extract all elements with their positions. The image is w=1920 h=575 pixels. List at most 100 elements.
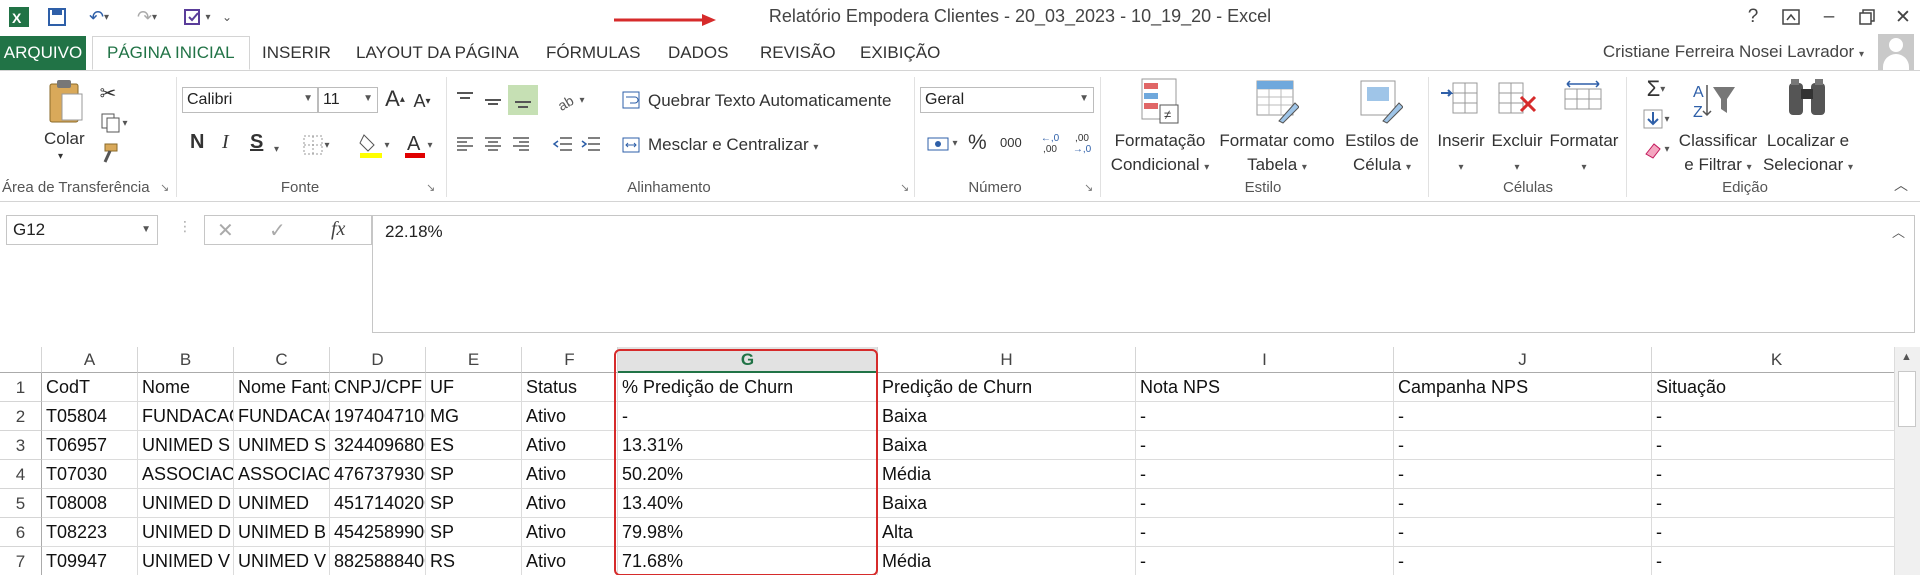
cell-f7[interactable]: Ativo bbox=[522, 547, 618, 575]
enter-icon[interactable]: ✓ bbox=[269, 218, 286, 243]
cell-e6[interactable]: SP bbox=[426, 518, 522, 547]
merge-center-button[interactable]: Mesclar e Centralizar ▾ bbox=[648, 135, 818, 155]
cell-e1[interactable]: UF bbox=[426, 373, 522, 402]
decrease-font-size-icon[interactable]: A ▾ bbox=[410, 87, 434, 115]
insert-cells-button[interactable]: Inserir ▾ bbox=[1436, 129, 1486, 180]
decrease-indent-icon[interactable] bbox=[550, 131, 576, 157]
cell-e7[interactable]: RS bbox=[426, 547, 522, 575]
bold-button[interactable]: N bbox=[190, 131, 204, 154]
cell-a7[interactable]: T09947 bbox=[42, 547, 138, 575]
cell-k4[interactable]: - bbox=[1652, 460, 1902, 489]
cell-k1[interactable]: Situação bbox=[1652, 373, 1902, 402]
wrap-text-button[interactable]: Quebrar Texto Automaticamente bbox=[648, 91, 892, 111]
tab-exibicao[interactable]: EXIBIÇÃO bbox=[856, 36, 944, 70]
format-cells-button[interactable]: Formatar ▾ bbox=[1548, 129, 1620, 180]
scrollbar-thumb[interactable] bbox=[1898, 371, 1916, 427]
sort-filter-icon[interactable]: AZ bbox=[1690, 77, 1740, 125]
row-header-5[interactable]: 5 bbox=[0, 489, 42, 518]
percent-style-button[interactable]: % bbox=[968, 131, 987, 155]
tab-revisao[interactable]: REVISÃO bbox=[756, 36, 840, 70]
cell-g4[interactable]: 50.20% bbox=[618, 460, 878, 489]
cell-i7[interactable]: - bbox=[1136, 547, 1394, 575]
paste-dropdown-icon[interactable]: ▾ bbox=[58, 151, 63, 162]
find-select-button[interactable]: Localizar e Selecionar ▾ bbox=[1760, 129, 1856, 180]
cell-d6[interactable]: 45425899000 bbox=[330, 518, 426, 547]
increase-font-size-icon[interactable]: A ▴ bbox=[382, 85, 408, 113]
row-header-4[interactable]: 4 bbox=[0, 460, 42, 489]
number-launcher-icon[interactable]: ↘ bbox=[1084, 181, 1093, 194]
cell-k7[interactable]: - bbox=[1652, 547, 1902, 575]
cell-a1[interactable]: CodT bbox=[42, 373, 138, 402]
column-header-k[interactable]: K bbox=[1652, 347, 1902, 373]
column-header-c[interactable]: C bbox=[234, 347, 330, 373]
insert-cells-icon[interactable] bbox=[1438, 77, 1484, 125]
cell-b4[interactable]: ASSOCIAC bbox=[138, 460, 234, 489]
cell-h5[interactable]: Baixa bbox=[878, 489, 1136, 518]
font-color-icon[interactable]: A ▾ bbox=[398, 131, 438, 159]
align-right-icon[interactable] bbox=[508, 131, 534, 157]
cut-icon[interactable]: ✂ bbox=[96, 81, 120, 105]
column-header-d[interactable]: D bbox=[330, 347, 426, 373]
collapse-formula-bar-icon[interactable]: ︿ bbox=[1892, 222, 1905, 241]
cell-i1[interactable]: Nota NPS bbox=[1136, 373, 1394, 402]
cell-c6[interactable]: UNIMED B bbox=[234, 518, 330, 547]
font-launcher-icon[interactable]: ↘ bbox=[426, 181, 435, 194]
cell-f6[interactable]: Ativo bbox=[522, 518, 618, 547]
underline-button[interactable]: S bbox=[250, 131, 263, 154]
cell-b5[interactable]: UNIMED D bbox=[138, 489, 234, 518]
ribbon-display-options-icon[interactable] bbox=[1776, 2, 1806, 32]
autosum-icon[interactable]: Σ ▾ bbox=[1636, 75, 1676, 103]
row-header-6[interactable]: 6 bbox=[0, 518, 42, 547]
cell-e4[interactable]: SP bbox=[426, 460, 522, 489]
vertical-scrollbar[interactable]: ▲ bbox=[1894, 347, 1920, 575]
cell-e2[interactable]: MG bbox=[426, 402, 522, 431]
tab-arquivo[interactable]: ARQUIVO bbox=[0, 36, 86, 70]
copy-icon[interactable]: ▾ bbox=[96, 111, 132, 135]
cell-f3[interactable]: Ativo bbox=[522, 431, 618, 460]
align-center-icon[interactable] bbox=[480, 131, 506, 157]
cell-g6[interactable]: 79.98% bbox=[618, 518, 878, 547]
orientation-icon[interactable]: ab ▾ bbox=[550, 87, 590, 113]
clipboard-launcher-icon[interactable]: ↘ bbox=[160, 181, 169, 194]
align-middle-icon[interactable] bbox=[480, 87, 506, 113]
tab-layout-da-pagina[interactable]: LAYOUT DA PÁGINA bbox=[352, 36, 523, 70]
cell-a3[interactable]: T06957 bbox=[42, 431, 138, 460]
cell-a2[interactable]: T05804 bbox=[42, 402, 138, 431]
cell-styles-button[interactable]: Estilos de Célula ▾ bbox=[1342, 129, 1422, 180]
cell-g2[interactable]: - bbox=[618, 402, 878, 431]
cell-d1[interactable]: CNPJ/CPF bbox=[330, 373, 426, 402]
delete-cells-button[interactable]: Excluir ▾ bbox=[1490, 129, 1544, 180]
cell-c5[interactable]: UNIMED bbox=[234, 489, 330, 518]
cell-j6[interactable]: - bbox=[1394, 518, 1652, 547]
cell-h4[interactable]: Média bbox=[878, 460, 1136, 489]
cell-h7[interactable]: Média bbox=[878, 547, 1136, 575]
cell-b3[interactable]: UNIMED S bbox=[138, 431, 234, 460]
decrease-decimal-icon[interactable]: ,00 →,0 bbox=[1068, 129, 1096, 159]
cell-j7[interactable]: - bbox=[1394, 547, 1652, 575]
paste-icon[interactable] bbox=[42, 77, 86, 127]
cell-d5[interactable]: 45171402000 bbox=[330, 489, 426, 518]
cell-a6[interactable]: T08223 bbox=[42, 518, 138, 547]
cell-h2[interactable]: Baixa bbox=[878, 402, 1136, 431]
tab-formulas[interactable]: FÓRMULAS bbox=[542, 36, 644, 70]
cancel-icon[interactable]: ✕ bbox=[217, 218, 234, 243]
cell-c3[interactable]: UNIMED S bbox=[234, 431, 330, 460]
restore-icon[interactable] bbox=[1852, 2, 1882, 32]
row-header-7[interactable]: 7 bbox=[0, 547, 42, 575]
cell-b2[interactable]: FUNDACAO bbox=[138, 402, 234, 431]
format-as-table-button[interactable]: Formatar como Tabela ▾ bbox=[1216, 129, 1338, 180]
cell-c1[interactable]: Nome Fantasia bbox=[234, 373, 330, 402]
cell-k2[interactable]: - bbox=[1652, 402, 1902, 431]
cell-j4[interactable]: - bbox=[1394, 460, 1652, 489]
cell-i4[interactable]: - bbox=[1136, 460, 1394, 489]
cell-i2[interactable]: - bbox=[1136, 402, 1394, 431]
cell-c7[interactable]: UNIMED V bbox=[234, 547, 330, 575]
column-header-f[interactable]: F bbox=[522, 347, 618, 373]
cell-k5[interactable]: - bbox=[1652, 489, 1902, 518]
cell-d2[interactable]: 19740471000 bbox=[330, 402, 426, 431]
cell-styles-icon[interactable] bbox=[1358, 75, 1404, 127]
cell-b6[interactable]: UNIMED D bbox=[138, 518, 234, 547]
cell-k3[interactable]: - bbox=[1652, 431, 1902, 460]
cell-k6[interactable]: - bbox=[1652, 518, 1902, 547]
cell-f1[interactable]: Status bbox=[522, 373, 618, 402]
